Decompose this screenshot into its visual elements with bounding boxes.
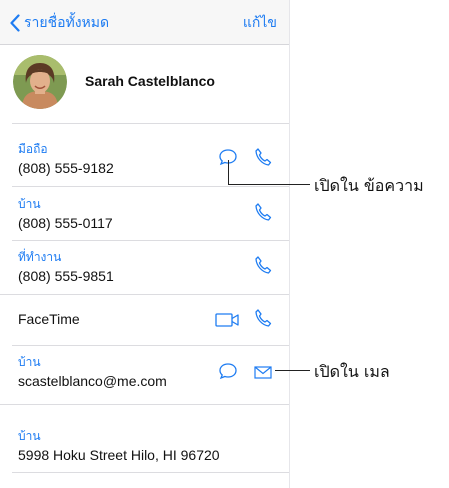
callout-open-in-mail: เปิดใน เมล [314,362,390,381]
video-camera-icon[interactable] [215,312,241,328]
phone-icon[interactable] [254,202,272,222]
navigation-bar: รายชื่อทั้งหมด แก้ไข [0,0,289,45]
callout-open-in-messages: เปิดใน ข้อความ [314,176,424,195]
email-address: scastelblanco@me.com [18,373,167,389]
address-row[interactable]: บ้าน 5998 Hoku Street Hilo, HI 96720 [0,427,289,471]
email-row[interactable]: บ้าน scastelblanco@me.com [0,353,289,397]
email-label: บ้าน [18,355,41,369]
divider [0,404,289,405]
divider [12,345,289,346]
phone-label-mobile: มือถือ [18,142,48,156]
phone-row-home[interactable]: บ้าน (808) 555-0117 [0,195,289,239]
phone-icon[interactable] [254,308,272,328]
back-button[interactable]: รายชื่อทั้งหมด [10,13,109,33]
facetime-label: FaceTime [18,311,80,327]
phone-row-mobile[interactable]: มือถือ (808) 555-9182 [0,140,289,184]
phone-number-mobile: (808) 555-9182 [18,160,114,176]
chevron-left-icon [10,14,20,32]
envelope-icon[interactable] [254,366,272,379]
address-label: บ้าน [18,429,41,443]
edit-button[interactable]: แก้ไข [243,13,277,33]
back-button-label: รายชื่อทั้งหมด [24,15,110,31]
message-bubble-icon[interactable] [218,362,238,380]
phone-label-home: บ้าน [18,197,41,211]
phone-icon[interactable] [254,255,272,275]
address-text: 5998 Hoku Street Hilo, HI 96720 [18,447,220,463]
contact-name: Sarah Castelblanco [85,73,215,89]
divider [12,472,289,473]
contact-card-screen: รายชื่อทั้งหมด แก้ไข Sarah Castelblanco … [0,0,290,488]
phone-label-work: ที่ทำงาน [18,250,62,264]
phone-row-work[interactable]: ที่ทำงาน (808) 555-9851 [0,248,289,292]
avatar [13,55,67,109]
facetime-row[interactable]: FaceTime [0,295,289,345]
divider [12,240,289,241]
divider [12,186,289,187]
callout-leader-horizontal [228,184,310,185]
callout-leader-mail [275,370,310,371]
phone-number-work: (808) 555-9851 [18,268,114,284]
callout-leader-vertical [228,160,229,184]
divider [12,123,289,124]
phone-icon[interactable] [254,147,272,167]
phone-number-home: (808) 555-0117 [18,215,113,231]
